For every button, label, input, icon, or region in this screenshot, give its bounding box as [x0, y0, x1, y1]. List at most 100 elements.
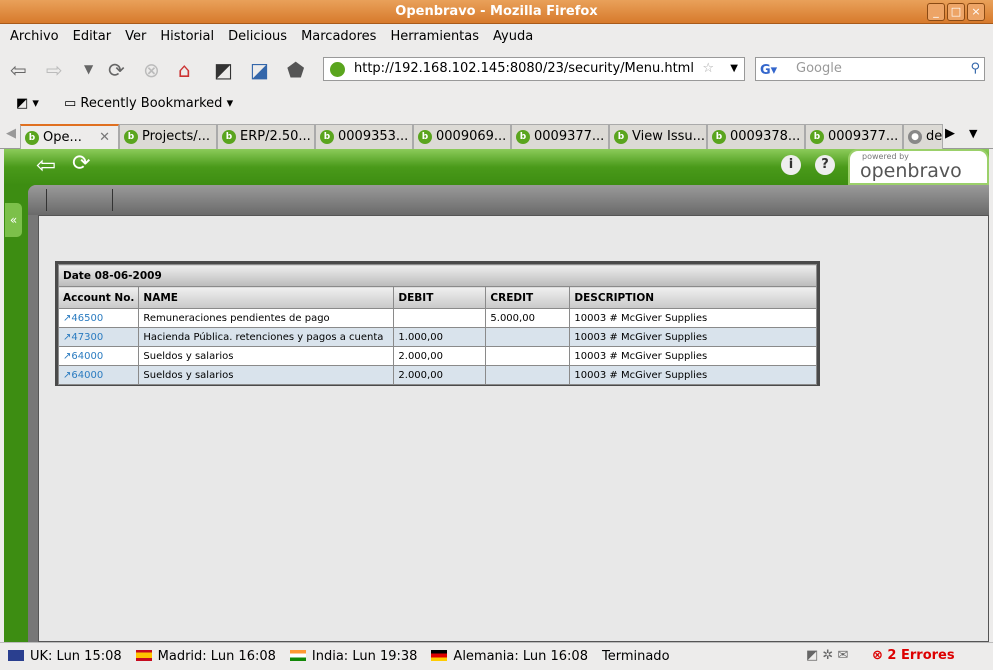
uk-flag-icon — [8, 650, 24, 661]
tag-icon[interactable]: ⬟ — [287, 58, 304, 82]
tab-list-icon[interactable]: ▼ — [969, 127, 977, 140]
tab-label: 0009377... — [534, 129, 605, 144]
india-flag-icon — [289, 650, 306, 661]
tab-openbravo[interactable]: b Ope... ✕ — [20, 124, 119, 149]
description-cell: 10003 # McGiver Supplies — [569, 308, 817, 328]
bookmark-icon[interactable]: ◪ — [250, 58, 269, 82]
clock-text: Madrid: Lun 16:08 — [157, 649, 276, 664]
menu-archivo[interactable]: Archivo — [10, 29, 59, 44]
toolbar — [28, 185, 989, 215]
germany-flag-icon — [431, 650, 448, 661]
debit-cell: 2.000,00 — [393, 365, 487, 385]
col-debit: DEBIT — [393, 286, 487, 309]
description-cell: 10003 # McGiver Supplies — [569, 346, 817, 366]
account-number: 64000 — [71, 350, 104, 362]
help-icon[interactable]: ? — [815, 155, 835, 175]
search-icon[interactable]: ⚲ — [970, 58, 980, 80]
tab-view-issue[interactable]: b View Issu... — [609, 124, 707, 149]
toolbar-divider — [46, 189, 47, 211]
tab-label: 0009377... — [828, 129, 899, 144]
google-icon[interactable]: G▾ — [760, 60, 777, 82]
tab-0009353[interactable]: b 0009353... — [315, 124, 413, 149]
tab-scroll-left-icon[interactable]: ◀ — [6, 126, 16, 141]
account-link[interactable]: ↗64000 — [63, 351, 103, 362]
maximize-button[interactable]: □ — [947, 3, 965, 21]
tab-erp[interactable]: b ERP/2.50... — [217, 124, 315, 149]
info-icon[interactable]: i — [781, 155, 801, 175]
delicious-menu-icon[interactable]: ◩ ▾ — [16, 96, 39, 111]
account-cell: ↗64000 — [57, 365, 140, 385]
tab-label: de — [926, 129, 943, 144]
openbravo-favicon: b — [614, 130, 628, 144]
name-cell: Sueldos y salarios — [138, 346, 395, 366]
tab-bar: ◀ b Ope... ✕ b Projects/... b ERP/2.50... b0… — [0, 122, 993, 149]
stop-icon[interactable]: ⊗ — [143, 58, 160, 82]
account-link[interactable]: ↗46500 — [63, 313, 103, 324]
url-dropdown-icon[interactable]: ▼ — [730, 58, 738, 80]
minimize-button[interactable]: _ — [927, 3, 945, 21]
home-icon[interactable]: ⌂ — [178, 58, 191, 82]
tab-0009069[interactable]: b 0009069... — [413, 124, 511, 149]
menu-ayuda[interactable]: Ayuda — [493, 29, 533, 44]
logo-brand: openbravo — [860, 160, 962, 182]
name-cell: Hacienda Pública. retenciones y pagos a … — [138, 327, 395, 347]
openbravo-logo: powered by openbravo — [848, 149, 989, 185]
star-icon[interactable]: ☆ — [702, 58, 714, 80]
menu-marcadores[interactable]: Marcadores — [301, 29, 376, 44]
clock-madrid: Madrid: Lun 16:08 — [135, 649, 276, 664]
table-row: ↗46500 Remuneraciones pendientes de pago… — [57, 308, 817, 328]
menu-ver[interactable]: Ver — [125, 29, 146, 44]
search-input[interactable]: G▾ Google ⚲ — [755, 57, 985, 81]
account-link[interactable]: ↗47300 — [63, 332, 103, 343]
menu-editar[interactable]: Editar — [73, 29, 112, 44]
reload-icon[interactable]: ⟳ — [108, 58, 125, 82]
tab-de[interactable]: ● de — [903, 124, 943, 149]
url-input[interactable]: http://192.168.102.145:8080/23/security/… — [323, 57, 745, 81]
col-name: NAME — [138, 286, 395, 309]
collapse-menu-button[interactable]: « — [5, 203, 22, 237]
tab-label: 0009378... — [730, 129, 801, 144]
delicious-icon[interactable]: ◩ — [214, 58, 233, 82]
tab-label: ERP/2.50... — [240, 129, 311, 144]
tab-0009377[interactable]: b 0009377... — [511, 124, 609, 149]
recently-bookmarked[interactable]: ▭ Recently Bookmarked ▾ — [64, 96, 233, 111]
status-text: Terminado — [601, 649, 670, 664]
toolbar-divider — [112, 189, 113, 211]
col-account: Account No. — [57, 286, 140, 309]
tab-scroll-right-icon[interactable]: ▶ — [945, 126, 955, 141]
errors-indicator[interactable]: ⊗ 2 Errores — [872, 648, 955, 663]
window-title: Openbravo - Mozilla Firefox — [395, 4, 598, 19]
menu-historial[interactable]: Historial — [160, 29, 214, 44]
clock-india: India: Lun 19:38 — [289, 649, 417, 664]
addon-icons[interactable]: ◩ ✲ ✉ — [806, 648, 848, 663]
menu-delicious[interactable]: Delicious — [228, 29, 287, 44]
close-window-button[interactable]: × — [967, 3, 985, 21]
main-panel: Date 08-06-2009 Account No. NAME DEBIT C… — [28, 185, 989, 642]
openbravo-favicon: b — [124, 130, 138, 144]
table-row: ↗64000 Sueldos y salarios 2.000,00 10003… — [57, 346, 817, 366]
openbravo-favicon: b — [810, 130, 824, 144]
back-icon[interactable]: ⇦ — [10, 58, 27, 82]
close-tab-icon[interactable]: ✕ — [99, 126, 110, 149]
status-bar: UK: Lun 15:08 Madrid: Lun 16:08 India: L… — [0, 642, 993, 670]
description-cell: 10003 # McGiver Supplies — [569, 327, 817, 347]
menu-herramientas[interactable]: Herramientas — [390, 29, 479, 44]
clock-text: Alemania: Lun 16:08 — [453, 649, 588, 664]
account-cell: ↗47300 — [57, 327, 140, 347]
forward-icon[interactable]: ⇨ — [46, 58, 63, 82]
openbravo-favicon: b — [320, 130, 334, 144]
history-dropdown-icon[interactable]: ▼ — [84, 62, 93, 76]
title-bar: Openbravo - Mozilla Firefox _ □ × — [0, 0, 993, 24]
back-arrow-icon[interactable]: ⇦ — [36, 151, 56, 179]
refresh-icon[interactable]: ⟳ — [72, 151, 90, 176]
tab-0009378[interactable]: b 0009378... — [707, 124, 805, 149]
col-description: DESCRIPTION — [569, 286, 817, 309]
spain-flag-icon — [135, 650, 152, 661]
generic-favicon: ● — [908, 130, 922, 144]
table-row: ↗47300 Hacienda Pública. retenciones y p… — [57, 327, 817, 347]
report-table-container: Date 08-06-2009 Account No. NAME DEBIT C… — [55, 261, 820, 386]
tab-projects[interactable]: b Projects/... — [119, 124, 217, 149]
account-link[interactable]: ↗64000 — [63, 370, 103, 381]
tab-0009377-b[interactable]: b 0009377... — [805, 124, 903, 149]
tab-label: 0009353... — [338, 129, 409, 144]
